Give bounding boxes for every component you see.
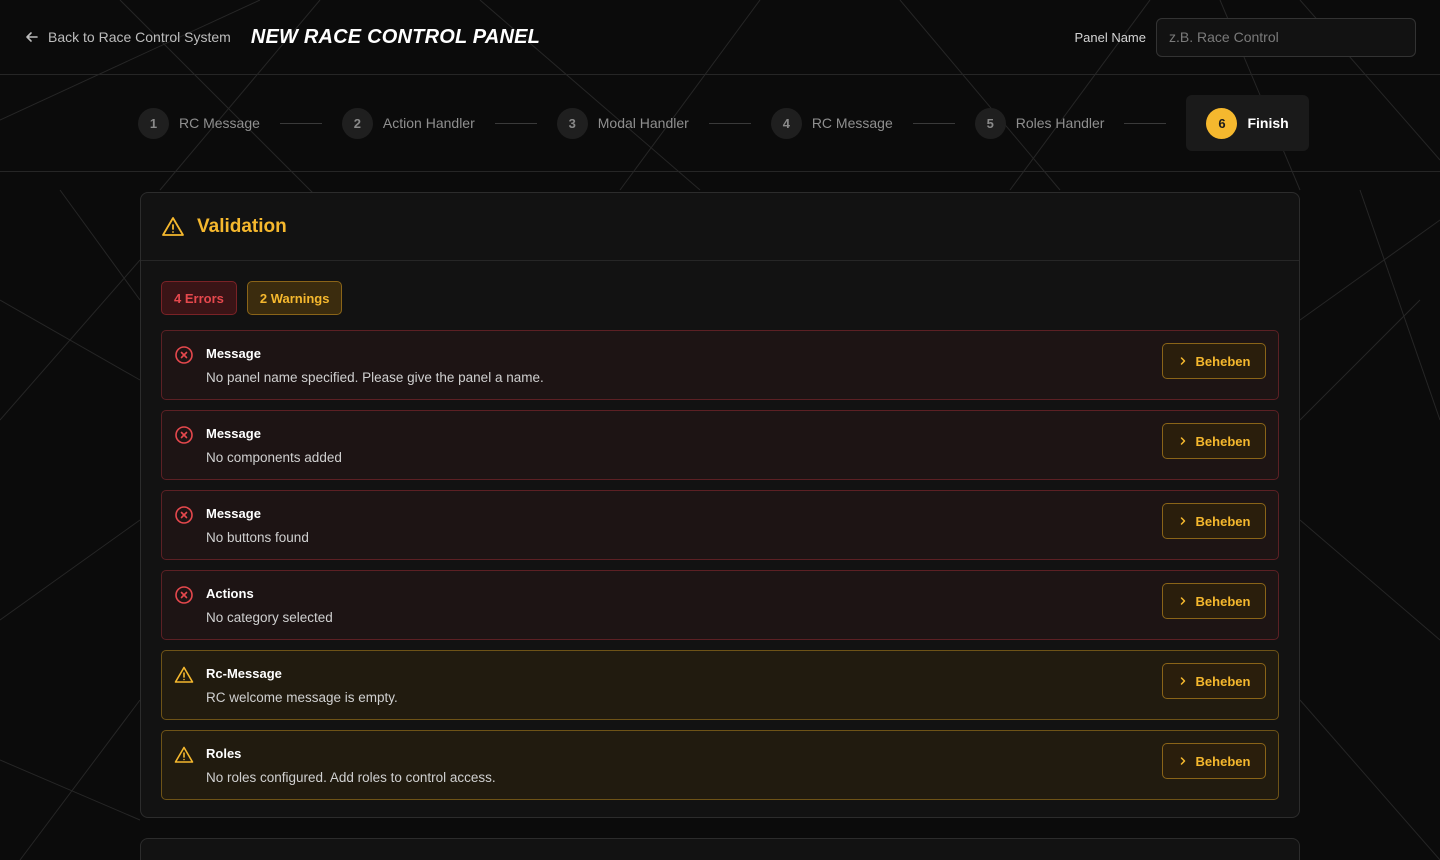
issue-description: RC welcome message is empty.: [206, 689, 398, 705]
issue-title: Roles: [206, 745, 242, 761]
chevron-right-icon: [1180, 597, 1185, 605]
issue-text: Roles No roles configured. Add roles to …: [206, 746, 496, 785]
step-label: RC Message: [179, 115, 260, 131]
fix-button[interactable]: Beheben: [1162, 503, 1266, 539]
fix-button-label: Beheben: [1195, 513, 1251, 529]
back-link-label: Back to Race Control System: [48, 29, 231, 45]
x-circle-icon: [175, 346, 193, 364]
step-connector: [494, 122, 537, 124]
step-connector: [1124, 122, 1167, 124]
issue-text: Actions No category selected: [206, 586, 333, 625]
fix-button[interactable]: Beheben: [1162, 583, 1266, 619]
warning-triangle-icon: [174, 666, 194, 683]
step-number: 1: [138, 107, 169, 139]
panel-name-group: Panel Name: [1074, 17, 1416, 57]
stepper: 1 RC Message 2 Action Handler 3 Modal Ha…: [0, 75, 1440, 172]
issue-text: Message No components added: [206, 426, 342, 465]
step-connector: [279, 122, 322, 124]
fix-button[interactable]: Beheben: [1162, 743, 1266, 779]
fix-button-label: Beheben: [1195, 353, 1251, 369]
fix-button-label: Beheben: [1195, 433, 1251, 449]
summary-badges: 4 Errors 2 Warnings: [141, 261, 1299, 315]
warnings-badge: 2 Warnings: [246, 281, 343, 315]
issue-title: Rc-Message: [206, 665, 282, 681]
step-label: Action Handler: [382, 115, 475, 131]
step-label: Finish: [1247, 115, 1289, 131]
step-label: Modal Handler: [597, 115, 689, 131]
step-4[interactable]: 4 RC Message: [770, 107, 893, 139]
fix-button-label: Beheben: [1195, 753, 1251, 769]
step-1[interactable]: 1 RC Message: [138, 107, 260, 139]
step-number: 6: [1206, 107, 1238, 139]
chevron-right-icon: [1180, 357, 1185, 365]
issue-item: Message No buttons found Beheben: [161, 490, 1279, 560]
issue-list: Message No panel name specified. Please …: [141, 315, 1299, 800]
issue-text: Message No panel name specified. Please …: [206, 346, 544, 385]
arrow-left-icon: [26, 32, 38, 42]
errors-badge: 4 Errors: [161, 281, 237, 315]
issue-title: Message: [206, 505, 261, 521]
step-3[interactable]: 3 Modal Handler: [556, 107, 689, 139]
fix-button[interactable]: Beheben: [1162, 423, 1266, 459]
panel-name-input[interactable]: [1156, 17, 1416, 57]
fix-button-label: Beheben: [1195, 673, 1251, 689]
issue-item: Message No panel name specified. Please …: [161, 330, 1279, 400]
issue-text: Rc-Message RC welcome message is empty.: [206, 666, 398, 705]
issue-description: No roles configured. Add roles to contro…: [206, 769, 496, 785]
panel-name-label: Panel Name: [1074, 29, 1146, 45]
x-circle-icon: [175, 506, 193, 524]
issue-title: Message: [206, 345, 261, 361]
fix-button-label: Beheben: [1195, 593, 1251, 609]
step-connector: [912, 122, 955, 124]
step-5[interactable]: 5 Roles Handler: [974, 107, 1105, 139]
validation-title: Validation: [197, 215, 287, 237]
step-number: 3: [556, 107, 588, 139]
warning-triangle-icon: [174, 746, 194, 763]
step-number: 5: [974, 107, 1006, 139]
issue-description: No category selected: [206, 609, 333, 625]
issue-description: No components added: [206, 449, 342, 465]
x-circle-icon: [175, 426, 193, 444]
issue-item: Message No components added Beheben: [161, 410, 1279, 480]
step-connector: [708, 122, 751, 124]
step-label: RC Message: [811, 115, 893, 131]
back-link[interactable]: Back to Race Control System: [24, 29, 231, 45]
top-bar: Back to Race Control System NEW RACE CON…: [0, 0, 1440, 75]
x-circle-icon: [175, 586, 193, 604]
fix-button[interactable]: Beheben: [1162, 343, 1266, 379]
validation-card: Validation 4 Errors 2 Warnings Message N…: [140, 192, 1300, 818]
step-label: Roles Handler: [1015, 115, 1105, 131]
step-number: 4: [770, 107, 802, 139]
issue-title: Message: [206, 425, 261, 441]
chevron-right-icon: [1180, 517, 1185, 525]
issue-item: Roles No roles configured. Add roles to …: [161, 730, 1279, 800]
chevron-right-icon: [1180, 757, 1185, 765]
chevron-right-icon: [1180, 677, 1185, 685]
step-number: 2: [341, 107, 373, 139]
next-card: [140, 838, 1300, 860]
issue-item: Actions No category selected Beheben: [161, 570, 1279, 640]
warning-triangle-icon: [162, 216, 184, 236]
issue-title: Actions: [206, 585, 254, 601]
issue-description: No buttons found: [206, 529, 309, 545]
page-title: NEW RACE CONTROL PANEL: [250, 25, 541, 48]
issue-item: Rc-Message RC welcome message is empty. …: [161, 650, 1279, 720]
issue-description: No panel name specified. Please give the…: [206, 369, 544, 385]
chevron-right-icon: [1180, 437, 1185, 445]
validation-header: Validation: [141, 193, 1299, 261]
issue-text: Message No buttons found: [206, 506, 309, 545]
fix-button[interactable]: Beheben: [1162, 663, 1266, 699]
step-6-finish[interactable]: 6 Finish: [1186, 95, 1309, 151]
step-2[interactable]: 2 Action Handler: [341, 107, 475, 139]
